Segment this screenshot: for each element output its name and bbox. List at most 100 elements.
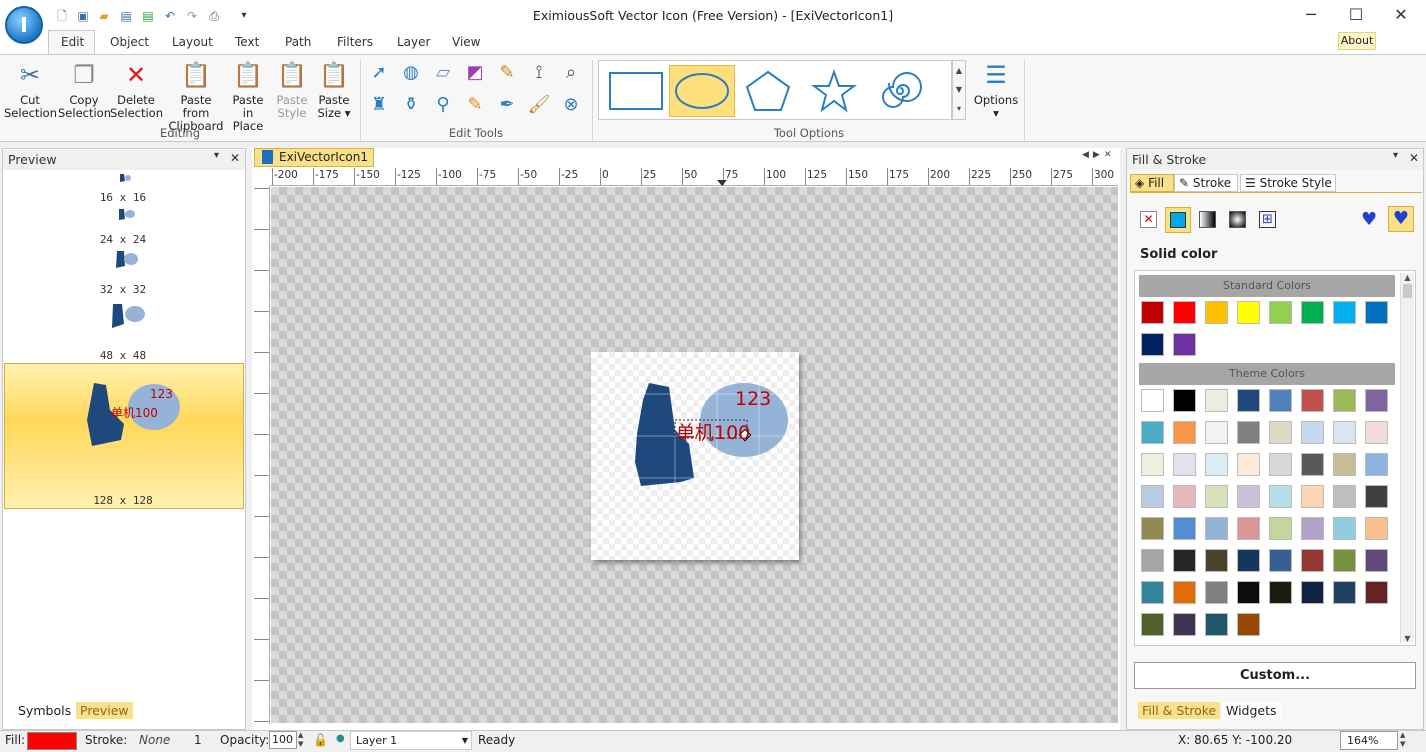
- theme-color-swatch[interactable]: [1205, 549, 1228, 572]
- standard-color-swatch[interactable]: [1269, 301, 1292, 324]
- tab-fill-stroke[interactable]: Fill & Stroke: [1138, 702, 1221, 719]
- theme-color-swatch[interactable]: [1205, 517, 1228, 540]
- gradient-tool-icon[interactable]: ◩: [462, 60, 488, 86]
- standard-color-swatch[interactable]: [1365, 301, 1388, 324]
- theme-color-swatch[interactable]: [1301, 549, 1324, 572]
- lock-icon[interactable]: 🔓: [313, 733, 328, 747]
- tab-layout[interactable]: Layout: [172, 35, 213, 49]
- theme-color-swatch[interactable]: [1365, 389, 1388, 412]
- layer-select[interactable]: Layer 1 ▼: [350, 731, 472, 750]
- rectangle-shape-option[interactable]: [603, 65, 669, 117]
- standard-color-swatch[interactable]: [1237, 301, 1260, 324]
- about-button[interactable]: About: [1338, 32, 1376, 50]
- theme-color-swatch[interactable]: [1365, 453, 1388, 476]
- theme-color-swatch[interactable]: [1173, 453, 1196, 476]
- tweak-icon[interactable]: ⊗: [558, 92, 584, 118]
- tab-widgets[interactable]: Widgets: [1222, 702, 1281, 719]
- theme-color-swatch[interactable]: [1301, 581, 1324, 604]
- opacity-input[interactable]: 100: [269, 731, 297, 749]
- tab-fill[interactable]: ◈ Fill: [1130, 174, 1174, 192]
- theme-color-swatch[interactable]: [1333, 389, 1356, 412]
- pattern-icon[interactable]: ⊞: [1259, 211, 1276, 228]
- theme-color-swatch[interactable]: [1269, 517, 1292, 540]
- panel-close-icon[interactable]: ✕: [230, 151, 240, 165]
- ellipse-shape-option[interactable]: [669, 65, 735, 117]
- theme-color-swatch[interactable]: [1237, 485, 1260, 508]
- fill-color-swatch[interactable]: [27, 732, 77, 750]
- theme-color-swatch[interactable]: [1237, 453, 1260, 476]
- tab-layer[interactable]: Layer: [397, 35, 430, 49]
- theme-color-swatch[interactable]: [1333, 581, 1356, 604]
- theme-color-swatch[interactable]: [1141, 549, 1164, 572]
- theme-color-swatch[interactable]: [1301, 485, 1324, 508]
- paste-from-clipboard-button[interactable]: 📋 Paste from Clipboard: [166, 60, 226, 133]
- calligraphy-icon[interactable]: ✒: [494, 92, 520, 118]
- theme-color-swatch[interactable]: [1237, 517, 1260, 540]
- theme-color-swatch[interactable]: [1301, 389, 1324, 412]
- star-shape-option[interactable]: [801, 65, 867, 117]
- theme-color-swatch[interactable]: [1237, 421, 1260, 444]
- theme-color-swatch[interactable]: [1173, 517, 1196, 540]
- standard-color-swatch[interactable]: [1205, 301, 1228, 324]
- tab-nav-icons[interactable]: ◀▶✕: [1082, 150, 1115, 160]
- theme-color-swatch[interactable]: [1205, 453, 1228, 476]
- theme-color-swatch[interactable]: [1269, 581, 1292, 604]
- paste-in-place-button[interactable]: 📋 Paste in Place: [226, 60, 270, 133]
- evenodd-fill-icon[interactable]: ♥: [1361, 209, 1377, 230]
- tab-filters[interactable]: Filters: [337, 35, 373, 49]
- theme-color-swatch[interactable]: [1173, 421, 1196, 444]
- theme-color-swatch[interactable]: [1237, 613, 1260, 636]
- theme-color-swatch[interactable]: [1301, 517, 1324, 540]
- theme-color-swatch[interactable]: [1205, 485, 1228, 508]
- panel-menu-icon[interactable]: ▾: [1393, 150, 1398, 161]
- theme-color-swatch[interactable]: [1173, 549, 1196, 572]
- paste-style-button[interactable]: 📋 Paste Style: [272, 60, 312, 120]
- theme-color-swatch[interactable]: [1333, 453, 1356, 476]
- standard-color-swatch[interactable]: [1301, 301, 1324, 324]
- theme-color-swatch[interactable]: [1205, 613, 1228, 636]
- theme-color-swatch[interactable]: [1269, 485, 1292, 508]
- standard-color-swatch[interactable]: [1333, 301, 1356, 324]
- theme-color-swatch[interactable]: [1333, 517, 1356, 540]
- options-button[interactable]: ☰ Options ▾: [972, 60, 1020, 120]
- maximize-icon[interactable]: ☐: [1341, 4, 1371, 26]
- theme-color-swatch[interactable]: [1173, 389, 1196, 412]
- pen-icon[interactable]: ✎: [462, 92, 488, 118]
- zoom-icon[interactable]: ⌕: [558, 60, 584, 86]
- paint-bucket-icon[interactable]: ♜: [366, 92, 392, 118]
- theme-color-swatch[interactable]: [1365, 581, 1388, 604]
- spiral-shape-option[interactable]: [867, 65, 933, 117]
- theme-color-swatch[interactable]: [1237, 581, 1260, 604]
- paste-size-button[interactable]: 📋 Paste Size ▾: [314, 60, 354, 120]
- no-paint-icon[interactable]: ✕: [1140, 211, 1157, 228]
- cut-selection-button[interactable]: ✂ Cut Selection: [4, 60, 57, 120]
- theme-color-swatch[interactable]: [1141, 613, 1164, 636]
- select-arrow-icon[interactable]: ➚: [366, 60, 392, 86]
- tab-path[interactable]: Path: [285, 35, 311, 49]
- theme-color-swatch[interactable]: [1205, 389, 1228, 412]
- theme-color-swatch[interactable]: [1141, 421, 1164, 444]
- theme-color-swatch[interactable]: [1301, 453, 1324, 476]
- eyedropper-icon[interactable]: ⚲: [430, 92, 456, 118]
- tab-stroke-style[interactable]: ☰ Stroke Style: [1240, 174, 1336, 192]
- canvas-text-number[interactable]: 123: [735, 388, 771, 410]
- canvas-text-chinese[interactable]: 单机100: [676, 418, 750, 445]
- pencil-cross-icon[interactable]: ✎: [494, 60, 520, 86]
- theme-color-swatch[interactable]: [1173, 613, 1196, 636]
- linear-gradient-icon[interactable]: [1199, 211, 1216, 228]
- panel-close-icon[interactable]: ✕: [1409, 151, 1419, 165]
- tab-preview[interactable]: Preview: [76, 702, 133, 719]
- theme-color-swatch[interactable]: [1333, 485, 1356, 508]
- theme-color-swatch[interactable]: [1301, 421, 1324, 444]
- opacity-spinner-icon[interactable]: ▲ ▼: [298, 731, 308, 749]
- theme-color-swatch[interactable]: [1237, 389, 1260, 412]
- delete-selection-button[interactable]: ✕ Delete Selection: [110, 60, 163, 120]
- theme-color-swatch[interactable]: [1269, 549, 1292, 572]
- polygon-shape-option[interactable]: [735, 65, 801, 117]
- theme-color-swatch[interactable]: [1365, 549, 1388, 572]
- theme-color-swatch[interactable]: [1269, 389, 1292, 412]
- standard-color-swatch[interactable]: [1173, 333, 1196, 356]
- tab-edit[interactable]: Edit: [61, 35, 84, 49]
- nonzero-fill-icon[interactable]: ♥: [1388, 206, 1414, 232]
- theme-color-swatch[interactable]: [1141, 485, 1164, 508]
